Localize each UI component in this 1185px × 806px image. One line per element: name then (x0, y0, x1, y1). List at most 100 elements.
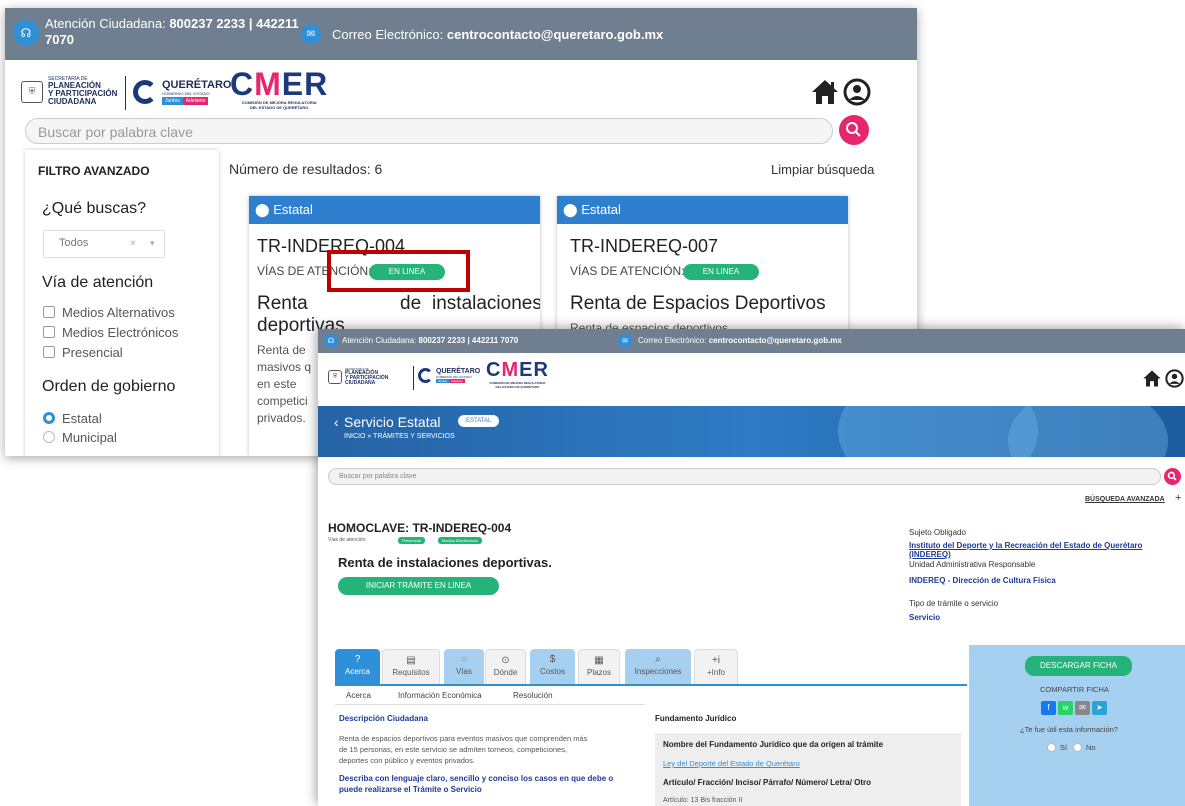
magnifier-icon: ⌕ (655, 654, 661, 665)
logo-divider (125, 76, 126, 110)
clear-search-link[interactable]: Limpiar búsqueda (771, 162, 874, 177)
articulo-question: Artículo/ Fracción/ Inciso/ Párrafo/ Núm… (663, 778, 872, 787)
useful-question: ¿Te fue útil esta información? (1020, 725, 1118, 734)
card-header: ⬤ Estatal (249, 196, 540, 224)
tab-inspecciones[interactable]: ⌕ Inspecciones (625, 649, 691, 685)
home-icon[interactable] (810, 78, 840, 106)
advanced-search-link[interactable]: BÚSQUEDA AVANZADA (1085, 496, 1165, 503)
planeacion-logo[interactable]: ⛨ SECRETARÍA DE PLANEACIÓN Y PARTICIPACI… (328, 368, 388, 386)
email-link[interactable]: centrocontacto@queretaro.gob.mx (709, 336, 842, 345)
sujeto-link-abbr[interactable]: (INDEREQ) (909, 550, 951, 559)
search-input[interactable]: Buscar por palabra clave (25, 118, 833, 144)
checkbox-presencial[interactable] (43, 346, 55, 358)
back-chevron-icon[interactable]: ‹ (334, 414, 339, 430)
search-icon (1167, 471, 1177, 481)
home-icon[interactable] (1142, 369, 1162, 388)
radio-yes[interactable] (1047, 743, 1056, 752)
orden-title: Orden de gobierno (42, 378, 176, 395)
start-tramite-button[interactable]: INICIAR TRÁMITE EN LINEA (338, 577, 499, 595)
highlight-box (327, 250, 470, 292)
estatal-badge: ESTATAL (458, 415, 500, 427)
sujeto-link[interactable]: Instituto del Deporte y la Recreación de… (909, 541, 1142, 550)
contact-bar: ☊ Atención Ciudadana: 800237 2233 | 4422… (318, 329, 1185, 353)
state-seal-icon: ⛨ (21, 80, 43, 103)
fundamento-link[interactable]: Ley del Deporte del Estado de Querétaro (663, 759, 800, 768)
type-select[interactable]: Todos × ▾ (43, 230, 165, 258)
download-ficha-button[interactable]: DESCARGAR FICHA (1025, 656, 1132, 676)
tab-requisitos[interactable]: ▤ Requisitos (382, 649, 440, 685)
radio-municipal[interactable] (43, 431, 55, 443)
via-pill-presencial: Presencial (398, 537, 425, 544)
queretaro-q-icon (418, 368, 433, 383)
search-icon (846, 122, 861, 137)
tab-vias[interactable]: ◌ Vías (444, 649, 484, 685)
plus-icon[interactable]: + (1175, 492, 1181, 504)
email-icon: ✉ (618, 334, 632, 348)
desc-title: Descripción Ciudadana (339, 714, 428, 723)
email-share-icon[interactable]: ✉ (1075, 701, 1090, 715)
cmer-logo[interactable]: CMER COMISIÓN DE MEJORA REGULATORIA DEL … (230, 68, 328, 110)
subtab-acerca[interactable]: Acerca (346, 691, 371, 700)
contact-bar: ☊ Atención Ciudadana: 800237 2233 | 4422… (5, 8, 917, 60)
checkbox-label: Medios Electrónicos (62, 325, 179, 340)
location-pin-icon: ⊙ (501, 655, 510, 666)
checkbox-medios-electronicos[interactable] (43, 326, 55, 338)
via-pill-en-linea: EN LINEA (683, 264, 759, 280)
site-header: ⛨ SECRETARÍA DE PLANEACIÓN Y PARTICIPACI… (318, 353, 1185, 406)
breadcrumb[interactable]: INICIO » TRÁMITES Y SERVICIOS (344, 433, 455, 440)
tab-acerca[interactable]: ? Acerca (335, 649, 380, 685)
type-select-value: Todos (59, 237, 89, 249)
tabs-underline (335, 684, 967, 686)
vias-label: Vías de atención: (328, 537, 367, 543)
radio-label: Estatal (62, 411, 102, 426)
whatsapp-icon[interactable]: w (1058, 701, 1073, 715)
facebook-icon[interactable]: f (1041, 701, 1056, 715)
foreground-window: ☊ Atención Ciudadana: 800237 2233 | 4422… (318, 329, 1185, 806)
subtabs-divider (335, 704, 645, 705)
queretaro-logo[interactable]: QUERÉTARO GOBIERNO DEL ESTADO Juntos Ade… (418, 368, 480, 383)
tab-plazos[interactable]: ▦ Plazos (578, 649, 620, 685)
site-header: ⛨ SECRETARÍA DE PLANEACIÓN Y PARTICIPACI… (5, 60, 917, 126)
card-via-label: VÍAS DE ATENCIÓN: (570, 264, 685, 278)
question-icon: ? (354, 654, 361, 665)
cmer-logo[interactable]: CMER COMISIÓN DE MEJORA REGULATORIA DEL … (486, 359, 549, 389)
tab-costos[interactable]: $ Costos (530, 649, 575, 685)
info-icon: +i (711, 655, 721, 666)
checkbox-label: Medios Alternativos (62, 305, 175, 320)
tab-donde[interactable]: ⊙ Dónde (485, 649, 526, 685)
via-title: Vía de atención (42, 274, 154, 291)
queretaro-logo[interactable]: QUERÉTARO GOBIERNO DEL ESTADO Juntos Ade… (133, 79, 231, 105)
fundamento-title: Fundamento Jurídico (655, 714, 737, 723)
tab-info[interactable]: +i +Info (694, 649, 738, 685)
chevron-down-icon[interactable]: ▾ (150, 238, 155, 249)
clear-icon[interactable]: × (130, 238, 136, 249)
unidad-label: Unidad Administrativa Responsable (909, 560, 1036, 569)
user-icon[interactable] (1165, 369, 1184, 388)
money-icon: $ (549, 654, 556, 665)
location-pin-icon: ⬤ (255, 202, 270, 217)
telegram-icon[interactable]: ➤ (1092, 701, 1107, 715)
queretaro-q-icon (133, 80, 157, 104)
email-link[interactable]: centrocontacto@queretaro.gob.mx (447, 27, 663, 42)
search-button[interactable] (839, 115, 869, 145)
email-info: Correo Electrónico: centrocontacto@quere… (332, 27, 664, 42)
card-code: TR-INDEREQ-007 (570, 236, 719, 256)
fundamento-question: Nombre del Fundamento Jurídico que da or… (663, 740, 884, 749)
subtab-resolucion[interactable]: Resolución (513, 691, 553, 700)
subtab-informacion-economica[interactable]: Información Económica (398, 691, 482, 700)
planeacion-logo[interactable]: ⛨ SECRETARÍA DE PLANEACIÓN Y PARTICIPACI… (21, 77, 117, 106)
radio-estatal[interactable] (43, 412, 55, 424)
search-input[interactable]: Buscar por palabra clave (328, 468, 1161, 485)
user-icon[interactable] (843, 78, 871, 106)
checkbox-medios-alternativos[interactable] (43, 306, 55, 318)
attention-info: Atención Ciudadana: 800237 2233 | 442211… (342, 336, 519, 345)
card-title-word: Renta (257, 293, 308, 314)
tipo-label: Tipo de trámite o servicio (909, 599, 999, 608)
casos-title-2: puede realizarse el Trámite o Servicio (339, 785, 482, 794)
search-button[interactable] (1164, 468, 1181, 485)
homoclave: HOMOCLAVE: TR-INDEREQ-004 (328, 521, 512, 535)
results-count: Número de resultados: 6 (229, 161, 383, 177)
radio-no[interactable] (1073, 743, 1082, 752)
chat-icon: ◌ (461, 654, 467, 665)
logo-divider (413, 366, 414, 390)
